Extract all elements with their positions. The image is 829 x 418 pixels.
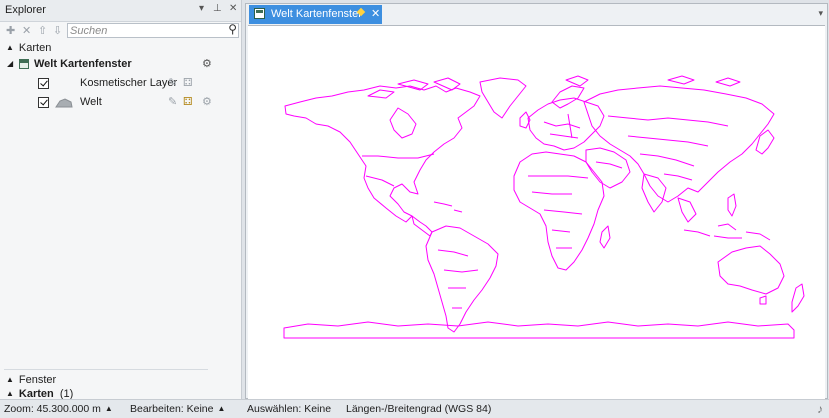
australia-outline xyxy=(717,245,785,295)
maps-section-title: Karten xyxy=(18,42,52,54)
india-outline xyxy=(641,173,667,213)
world-map xyxy=(283,75,805,339)
windows-section-title: Fenster xyxy=(18,374,57,386)
explorer-panel: Explorer ▾ ⊥ ✕ ✚ ✕ ⇧ ⇩ ⚲ ▲ Karten ◢ Welt … xyxy=(0,0,242,400)
layer-select-icon[interactable]: ⚃ xyxy=(183,95,193,108)
tree-item-layer-cosmetic[interactable]: Kosmetischer Layer ✎ ⚃ xyxy=(0,76,241,94)
layer-name: Kosmetischer Layer xyxy=(80,77,178,89)
add-icon[interactable]: ✚ xyxy=(6,24,15,37)
windows-section-header[interactable]: ▲ Fenster xyxy=(6,374,56,386)
map-window-icon xyxy=(254,8,265,19)
tree-item-layer-world[interactable]: Welt ✎ ⚃ ⚙ xyxy=(0,95,241,113)
asia-outline xyxy=(583,85,775,203)
projection-status[interactable]: Längen-/Breitengrad (WGS 84) xyxy=(346,403,491,415)
north-america-outline xyxy=(284,85,481,223)
footer-divider xyxy=(4,369,208,370)
madagascar-outline xyxy=(599,225,611,249)
collapse-caret-icon[interactable]: ▲ xyxy=(6,375,14,384)
canada-arctic-islands xyxy=(367,77,461,99)
southeast-asia-outline xyxy=(677,197,697,223)
edit-pencil-icon[interactable]: ✎ xyxy=(168,76,177,89)
greenland-outline xyxy=(479,77,527,119)
antarctica-outline xyxy=(283,321,795,339)
maps-section-header[interactable]: ▲ Karten xyxy=(6,42,51,54)
new-zealand-outline xyxy=(791,283,805,313)
layer-visibility-checkbox[interactable] xyxy=(38,97,49,108)
zoom-level: Zoom: 45.300.000 m xyxy=(4,403,101,415)
status-bar: Zoom: 45.300.000 m ▲ Bearbeiten: Keine ▲ A… xyxy=(0,399,829,418)
search-box: ⚲ xyxy=(67,22,239,38)
zoom-menu-icon[interactable]: ▲ xyxy=(105,404,113,413)
edit-status[interactable]: Bearbeiten: Keine ▲ xyxy=(130,403,225,415)
hudson-bay-outline xyxy=(389,107,417,139)
select-status[interactable]: Auswählen: Keine xyxy=(247,403,331,415)
world-map-lines xyxy=(283,75,805,339)
notification-bell-icon[interactable]: ♪ xyxy=(817,402,823,416)
move-up-icon[interactable]: ⇧ xyxy=(38,24,47,37)
tree-item-map[interactable]: ◢ Welt Kartenfenster ⚙ xyxy=(0,57,241,73)
collapse-caret-icon[interactable]: ▲ xyxy=(6,389,14,398)
pin-icon[interactable]: ⊥ xyxy=(213,3,222,14)
asia-borders xyxy=(607,115,729,181)
search-icon[interactable]: ⚲ xyxy=(228,22,237,36)
explorer-title-bar: Explorer ▾ ⊥ ✕ xyxy=(0,0,241,22)
svalbard-outline xyxy=(565,75,589,87)
layer-name: Welt xyxy=(80,96,102,108)
remove-icon[interactable]: ✕ xyxy=(22,24,31,37)
label-icon[interactable]: ⚙ xyxy=(202,95,212,108)
map-document: Welt Kartenfenster ✕ ▾ xyxy=(245,3,828,399)
edit-pencil-icon[interactable]: ✎ xyxy=(168,95,177,108)
caribbean-islands xyxy=(433,201,463,213)
panel-menu-icon[interactable]: ▾ xyxy=(199,3,204,14)
zoom-status[interactable]: Zoom: 45.300.000 m ▲ xyxy=(4,403,113,415)
map-window-icon xyxy=(19,59,29,69)
layer-select-icon[interactable]: ⚃ xyxy=(183,76,193,89)
edit-value: Bearbeiten: Keine xyxy=(130,403,214,415)
layer-visibility-checkbox[interactable] xyxy=(38,78,49,89)
siberian-islands xyxy=(667,75,741,87)
close-tab-icon[interactable]: ✕ xyxy=(371,7,380,20)
tab-title: Welt Kartenfenster xyxy=(271,8,362,20)
tasmania-outline xyxy=(759,295,767,305)
central-america-outline xyxy=(411,215,433,237)
scandinavia-outline xyxy=(551,85,585,109)
map-canvas[interactable] xyxy=(248,25,825,399)
tab-map-window[interactable]: Welt Kartenfenster ✕ xyxy=(249,5,382,24)
expand-caret-icon[interactable]: ◢ xyxy=(7,59,13,68)
region-layer-icon xyxy=(55,98,73,108)
collapse-caret-icon[interactable]: ▲ xyxy=(6,43,14,52)
philippines-outline xyxy=(727,193,737,217)
mexico-border-line xyxy=(365,175,395,187)
indonesia-islands xyxy=(683,223,771,241)
close-panel-icon[interactable]: ✕ xyxy=(229,3,237,14)
us-border-line xyxy=(362,153,435,159)
edit-menu-icon[interactable]: ▲ xyxy=(217,404,225,413)
middle-east-outline xyxy=(585,147,631,189)
europe-borders xyxy=(543,113,581,139)
south-america-outline xyxy=(425,225,499,333)
south-america-borders xyxy=(437,249,479,309)
explorer-title: Explorer xyxy=(5,4,46,16)
move-down-icon[interactable]: ⇩ xyxy=(53,24,62,37)
map-properties-icon[interactable]: ⚙ xyxy=(202,57,212,70)
japan-outline xyxy=(755,129,775,155)
arabia-borders xyxy=(595,161,623,169)
search-input[interactable] xyxy=(69,24,220,37)
map-name: Welt Kartenfenster xyxy=(34,58,132,70)
tab-list-icon[interactable]: ▾ xyxy=(818,8,823,19)
